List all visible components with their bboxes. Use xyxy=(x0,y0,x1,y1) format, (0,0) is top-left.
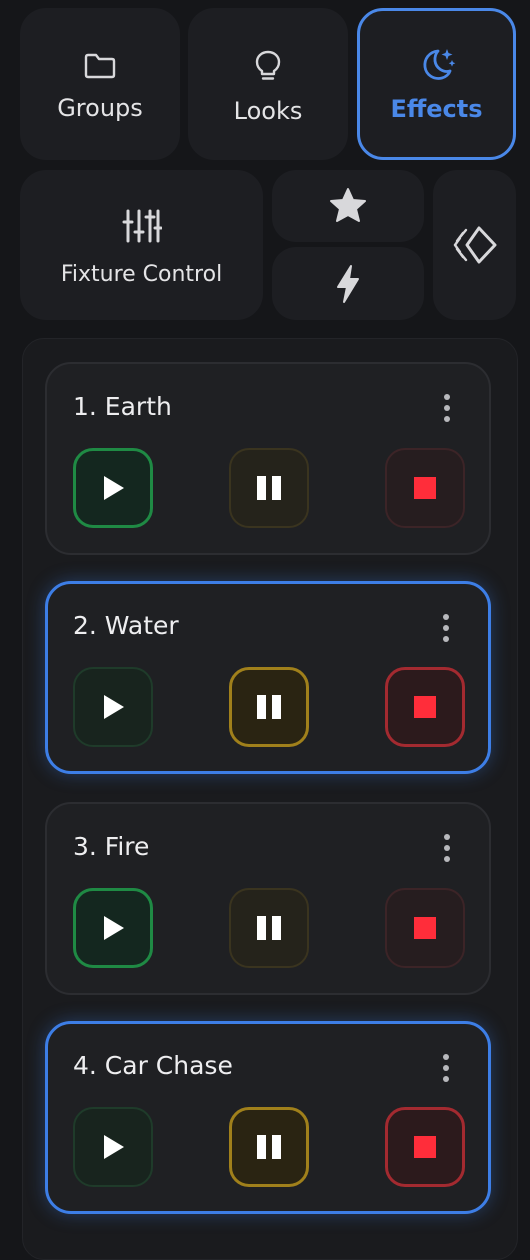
effect-card-fire[interactable]: 3. Fire xyxy=(45,802,491,995)
brand-logo-button[interactable] xyxy=(433,170,516,320)
star-icon xyxy=(328,187,368,225)
flash-button[interactable] xyxy=(272,247,424,320)
more-options-icon[interactable] xyxy=(443,394,451,422)
stop-button[interactable] xyxy=(385,448,465,528)
pause-icon xyxy=(257,1135,281,1159)
effects-tab[interactable]: Effects xyxy=(357,8,516,160)
pause-icon xyxy=(257,916,281,940)
folder-icon xyxy=(83,52,117,80)
effect-card-water[interactable]: 2. Water xyxy=(45,581,491,774)
stop-button[interactable] xyxy=(385,888,465,968)
effect-card-car-chase[interactable]: 4. Car Chase xyxy=(45,1021,491,1214)
play-icon xyxy=(104,916,124,940)
looks-tab[interactable]: Looks xyxy=(188,8,348,160)
fixture-control-tab[interactable]: Fixture Control xyxy=(20,170,263,320)
looks-label: Looks xyxy=(233,97,303,125)
play-icon xyxy=(104,476,124,500)
pause-icon xyxy=(257,476,281,500)
play-button[interactable] xyxy=(73,888,153,968)
groups-label: Groups xyxy=(57,94,143,122)
effects-label: Effects xyxy=(390,95,483,123)
pause-button[interactable] xyxy=(229,448,309,528)
pause-button[interactable] xyxy=(229,888,309,968)
moon-stars-icon xyxy=(416,45,458,85)
play-button[interactable] xyxy=(73,448,153,528)
pause-icon xyxy=(257,695,281,719)
fixture-control-label: Fixture Control xyxy=(60,261,223,287)
play-button[interactable] xyxy=(73,1107,153,1187)
more-options-icon[interactable] xyxy=(442,1054,450,1082)
groups-tab[interactable]: Groups xyxy=(20,8,180,160)
lightning-icon xyxy=(333,264,363,304)
stop-icon xyxy=(414,477,436,499)
pause-button[interactable] xyxy=(229,1107,309,1187)
effect-card-earth[interactable]: 1. Earth xyxy=(45,362,491,555)
effect-title: 2. Water xyxy=(73,611,179,640)
pause-button[interactable] xyxy=(229,667,309,747)
effect-title: 4. Car Chase xyxy=(73,1051,233,1080)
stop-button[interactable] xyxy=(385,667,465,747)
play-icon xyxy=(104,695,124,719)
favorites-button[interactable] xyxy=(272,170,424,242)
stop-button[interactable] xyxy=(385,1107,465,1187)
effect-title: 3. Fire xyxy=(73,832,150,861)
stop-icon xyxy=(414,696,436,718)
lightbulb-icon xyxy=(253,49,283,83)
stop-icon xyxy=(414,1136,436,1158)
play-button[interactable] xyxy=(73,667,153,747)
diamond-logo-icon xyxy=(452,225,498,265)
sliders-icon xyxy=(122,208,162,244)
stop-icon xyxy=(414,917,436,939)
more-options-icon[interactable] xyxy=(443,834,451,862)
more-options-icon[interactable] xyxy=(442,614,450,642)
play-icon xyxy=(104,1135,124,1159)
effect-title: 1. Earth xyxy=(73,392,172,421)
